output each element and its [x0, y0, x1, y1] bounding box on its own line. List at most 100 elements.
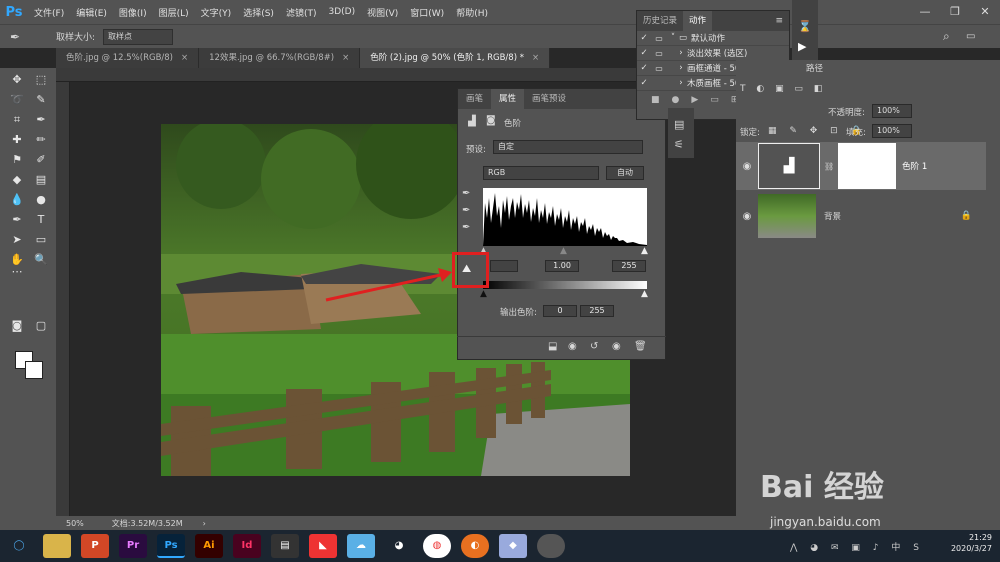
chevron-right-icon[interactable]: ›: [675, 78, 687, 88]
play-icon[interactable]: ▶: [691, 95, 698, 105]
start-icon[interactable]: ◯: [5, 534, 33, 558]
background-color-swatch[interactable]: [25, 361, 43, 379]
action-item[interactable]: ✓ ▭ › 淡出效果 (选区): [637, 46, 789, 61]
check-icon[interactable]: ✓: [637, 33, 651, 43]
input-white-field[interactable]: 255: [612, 260, 646, 272]
check-icon[interactable]: ✓: [637, 48, 651, 58]
blur-tool-icon[interactable]: 💧: [8, 192, 26, 208]
layer-name[interactable]: 背景: [824, 210, 841, 222]
more-tools-icon[interactable]: ⋯: [8, 264, 26, 280]
premiere-icon[interactable]: Pr: [119, 534, 147, 558]
opacity-field[interactable]: 100%: [872, 104, 912, 118]
crop-tool-icon[interactable]: ⌗: [8, 112, 26, 128]
quick-select-icon[interactable]: ✎: [32, 92, 50, 108]
output-black-field[interactable]: 0: [543, 305, 577, 317]
browser-icon[interactable]: ◐: [461, 534, 489, 558]
history-brush-icon[interactable]: ✐: [32, 152, 50, 168]
properties-icon[interactable]: ▤: [674, 118, 684, 131]
reset-icon[interactable]: ↺: [590, 341, 598, 352]
type-tool-icon[interactable]: T: [32, 212, 50, 228]
actions-icon[interactable]: ▶: [798, 40, 806, 53]
notes-app-icon[interactable]: ◆: [499, 534, 527, 558]
menu-file[interactable]: 文件(F): [28, 6, 70, 19]
tab-brush[interactable]: 画笔: [458, 89, 491, 109]
fill-field[interactable]: 100%: [872, 124, 912, 138]
menu-layer[interactable]: 图层(L): [153, 6, 195, 19]
link-icon[interactable]: ⛓: [824, 162, 834, 171]
dialog-toggle-icon[interactable]: ▭: [651, 34, 667, 43]
system-clock[interactable]: 21:29 2020/3/27: [951, 532, 992, 554]
move-tool-icon[interactable]: ✥: [8, 72, 26, 88]
menu-window[interactable]: 窗口(W): [404, 6, 450, 19]
output-white-field[interactable]: 255: [580, 305, 614, 317]
tab-paths[interactable]: 路径: [806, 62, 823, 74]
illustrator-icon[interactable]: Ai: [195, 534, 223, 558]
layer-mask-thumbnail[interactable]: [838, 143, 897, 189]
tab-brush-presets[interactable]: 画笔预设: [524, 89, 574, 109]
file-explorer-icon[interactable]: [43, 534, 71, 558]
output-black-slider[interactable]: ▲: [480, 289, 487, 299]
powerpoint-icon[interactable]: P: [81, 534, 109, 558]
restore-icon[interactable]: ❐: [940, 0, 970, 24]
menu-3d[interactable]: 3D(D): [322, 7, 361, 17]
black-eyedropper-icon[interactable]: ✒: [462, 188, 470, 199]
new-set-icon[interactable]: ▭: [710, 95, 719, 105]
tab-doc-2[interactable]: 12效果.jpg @ 66.7%(RGB/8#) ×: [199, 48, 361, 68]
history-icon[interactable]: ⌛: [798, 20, 812, 33]
chevron-right-icon[interactable]: ›: [203, 519, 206, 528]
qq-icon[interactable]: ◕: [385, 534, 413, 558]
layer-filter-icons[interactable]: T ◐ ▣ ▭ ◧: [740, 84, 826, 94]
menu-view[interactable]: 视图(V): [361, 6, 404, 19]
healing-brush-icon[interactable]: ✚: [8, 132, 26, 148]
menu-filter[interactable]: 滤镜(T): [280, 6, 323, 19]
chevron-right-icon[interactable]: ›: [675, 48, 687, 58]
tab-properties[interactable]: 属性: [491, 89, 525, 109]
action-set[interactable]: ✓ ▭ ˅ ▭ 默认动作: [637, 31, 789, 46]
video-editor-icon[interactable]: ▤: [271, 534, 299, 558]
dialog-toggle-icon[interactable]: ▭: [651, 64, 667, 73]
input-white-slider[interactable]: ▲: [641, 246, 648, 256]
input-black-field[interactable]: [490, 260, 518, 272]
minimize-icon[interactable]: —: [910, 0, 940, 24]
menu-edit[interactable]: 编辑(E): [70, 6, 113, 19]
quick-mask-icon[interactable]: ◙: [8, 318, 26, 334]
zoom-tool-icon[interactable]: 🔍: [32, 252, 50, 268]
check-icon[interactable]: ✓: [637, 63, 651, 73]
menu-help[interactable]: 帮助(H): [450, 6, 494, 19]
visibility-icon[interactable]: ◉: [612, 341, 621, 352]
close-icon[interactable]: ×: [181, 53, 188, 63]
layer-row-background[interactable]: ◉ 背景 🔒: [736, 192, 986, 240]
channel-select[interactable]: RGB: [483, 166, 599, 180]
white-eyedropper-icon[interactable]: ✒: [462, 222, 470, 233]
eye-icon[interactable]: ◉: [736, 211, 758, 222]
path-select-icon[interactable]: ➤: [8, 232, 26, 248]
close-icon[interactable]: ✕: [970, 0, 1000, 24]
dialog-toggle-icon[interactable]: ▭: [651, 49, 667, 58]
preset-select[interactable]: 自定: [493, 140, 643, 154]
clone-stamp-icon[interactable]: ⚑: [8, 152, 26, 168]
clip-to-layer-icon[interactable]: ⬓: [548, 341, 557, 352]
search-icon[interactable]: ⌕: [943, 29, 950, 44]
layer-name[interactable]: 色阶 1: [902, 160, 927, 172]
chrome-icon[interactable]: ◍: [423, 534, 451, 558]
close-icon[interactable]: ×: [532, 53, 539, 63]
system-tray-icons[interactable]: ⋀ ◕ ✉ ▣ ♪ 中 S: [790, 540, 924, 553]
stop-icon[interactable]: ■: [651, 95, 660, 105]
marquee-tool-icon[interactable]: ⬚: [32, 72, 50, 88]
indesign-icon[interactable]: Id: [233, 534, 261, 558]
shape-tool-icon[interactable]: ▭: [32, 232, 50, 248]
eye-icon[interactable]: ◉: [736, 161, 758, 172]
gradient-tool-icon[interactable]: ▤: [32, 172, 50, 188]
tab-doc-1[interactable]: 色阶.jpg @ 12.5%(RGB/8) ×: [56, 48, 200, 68]
output-white-slider[interactable]: ▲: [641, 289, 648, 299]
zoom-level[interactable]: 50%: [66, 519, 84, 528]
delete-icon[interactable]: 🗑: [634, 341, 647, 352]
check-icon[interactable]: ✓: [637, 78, 651, 88]
lasso-tool-icon[interactable]: ➰: [8, 92, 26, 108]
photoshop-icon[interactable]: Ps: [157, 534, 185, 558]
sample-size-select[interactable]: 取样点: [103, 28, 174, 45]
dodge-tool-icon[interactable]: ●: [32, 192, 50, 208]
avatar[interactable]: [537, 534, 565, 558]
mask-icon[interactable]: ◙: [486, 115, 496, 126]
media-app-icon[interactable]: ◣: [309, 534, 337, 558]
